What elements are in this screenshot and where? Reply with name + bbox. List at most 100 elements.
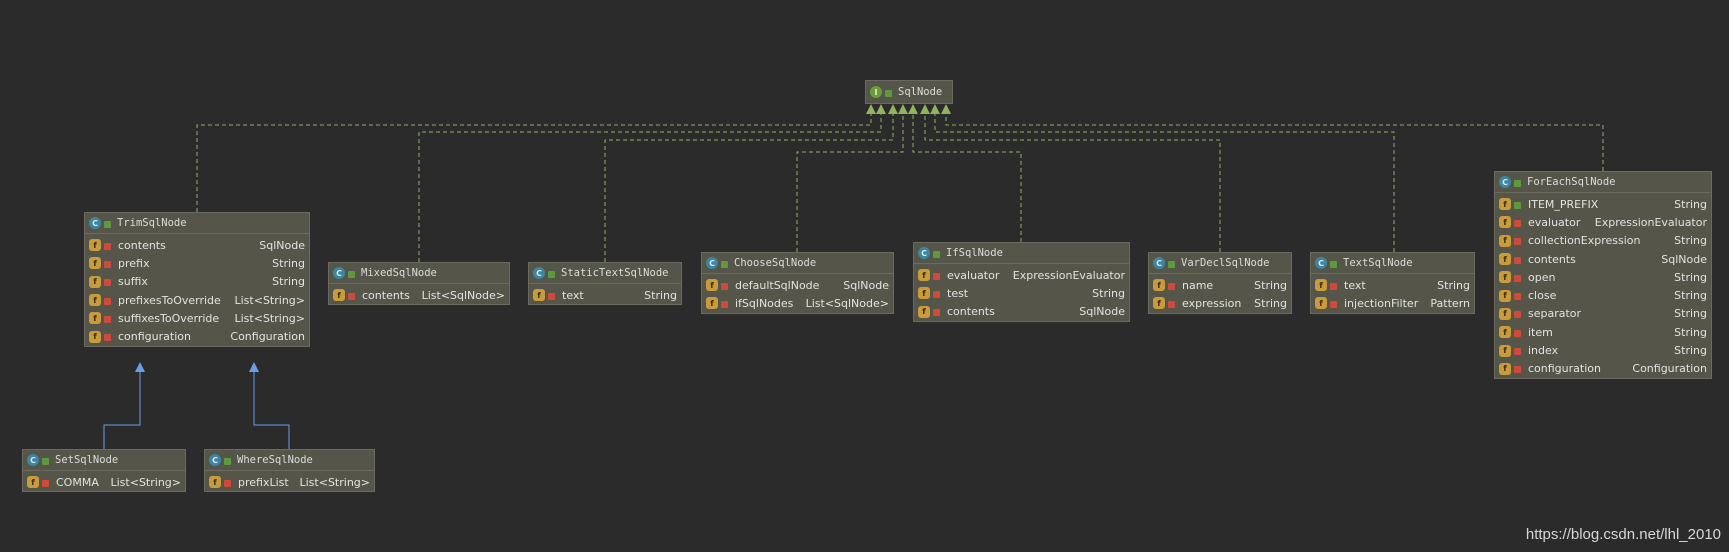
class-ifsqlnode[interactable]: C IfSqlNode f evaluator ExpressionEvaluator f… xyxy=(913,242,1130,322)
field-row[interactable]: f ifSqlNodes List<SqlNode> xyxy=(702,294,893,312)
field-name: name xyxy=(1182,278,1214,292)
field-row[interactable]: f evaluator ExpressionEvaluator xyxy=(1495,213,1711,231)
field-type: SqlNode xyxy=(259,238,305,252)
arrowhead xyxy=(898,104,908,114)
private-icon xyxy=(933,272,940,280)
class-icon: C xyxy=(533,267,545,279)
field-type: ExpressionEvaluator xyxy=(1594,215,1707,229)
field-row[interactable]: f contents SqlNode xyxy=(85,236,309,254)
private-icon xyxy=(1514,219,1521,227)
node-title: MixedSqlNode xyxy=(361,267,437,279)
class-icon: C xyxy=(918,247,930,259)
class-trimsqlnode[interactable]: C TrimSqlNode f contents SqlNode f prefix Strin… xyxy=(84,212,310,347)
class-icon: C xyxy=(89,217,101,229)
field-row[interactable]: f open String xyxy=(1495,268,1711,286)
private-icon xyxy=(1168,300,1175,308)
field-row[interactable]: f suffix String xyxy=(85,273,309,291)
field-row[interactable]: f expression String xyxy=(1149,294,1291,312)
private-icon xyxy=(721,300,728,308)
field-row[interactable]: f defaultSqlNode SqlNode xyxy=(702,276,893,294)
extends-edge-where xyxy=(253,369,290,449)
field-row[interactable]: f contents SqlNode xyxy=(1495,250,1711,268)
field-row[interactable]: f injectionFilter Pattern xyxy=(1311,294,1474,312)
class-wheresqlnode[interactable]: C WhereSqlNode f prefixList List<String> xyxy=(204,449,375,493)
field-icon: f xyxy=(1499,198,1511,211)
class-statictextsqlnode[interactable]: C StaticTextSqlNode f text String xyxy=(528,262,682,306)
field-row[interactable]: f item String xyxy=(1495,323,1711,341)
class-foreachsqlnode[interactable]: C ForEachSqlNode f ITEM_PREFIX String f evalua… xyxy=(1494,171,1712,379)
field-row[interactable]: f configuration Configuration xyxy=(1495,360,1711,378)
field-icon: f xyxy=(1499,362,1511,375)
private-icon xyxy=(224,479,231,487)
field-row[interactable]: f ITEM_PREFIX String xyxy=(1495,195,1711,213)
public-icon xyxy=(885,89,892,97)
field-row[interactable]: f text String xyxy=(1311,276,1474,294)
field-type: String xyxy=(644,288,677,302)
field-type: Configuration xyxy=(230,330,305,344)
field-icon: f xyxy=(1499,344,1511,357)
private-icon xyxy=(104,334,111,342)
field-icon: f xyxy=(706,279,718,292)
private-icon xyxy=(1168,282,1175,290)
field-type: List<String> xyxy=(234,311,306,325)
private-icon xyxy=(1514,366,1521,374)
field-row[interactable]: f suffixesToOverride List<String> xyxy=(85,309,309,327)
field-row[interactable]: f name String xyxy=(1149,276,1291,294)
field-name: configuration xyxy=(1528,362,1601,376)
field-name: contents xyxy=(362,288,410,302)
field-name: text xyxy=(1344,278,1366,292)
field-name: expression xyxy=(1182,296,1242,310)
class-setsqlnode[interactable]: C SetSqlNode f COMMA List<String> xyxy=(22,449,186,493)
field-type: String xyxy=(272,275,305,289)
private-icon xyxy=(933,309,940,317)
field-row[interactable]: f contents List<SqlNode> xyxy=(329,286,509,304)
field-row[interactable]: f contents SqlNode xyxy=(914,303,1129,321)
field-type: List<SqlNode> xyxy=(421,288,505,302)
node-title: WhereSqlNode xyxy=(237,454,313,466)
field-type: Configuration xyxy=(1632,362,1707,376)
implements-edge-vardecl xyxy=(924,110,1221,252)
field-row[interactable]: f configuration Configuration xyxy=(85,327,309,345)
field-row[interactable]: f prefixList List<String> xyxy=(205,473,374,491)
field-icon: f xyxy=(27,476,39,489)
field-name: text xyxy=(562,288,584,302)
class-icon: C xyxy=(27,454,39,466)
node-title: TextSqlNode xyxy=(1343,257,1413,269)
field-icon: f xyxy=(1315,279,1327,292)
class-choosesqlnode[interactable]: C ChooseSqlNode f defaultSqlNode SqlNode f ifS… xyxy=(701,252,894,314)
field-icon: f xyxy=(1499,289,1511,302)
class-mixedsqlnode[interactable]: C MixedSqlNode f contents List<SqlNode> xyxy=(328,262,510,306)
class-icon: C xyxy=(1153,257,1165,269)
field-type: SqlNode xyxy=(843,278,889,292)
public-icon xyxy=(348,270,355,278)
field-name: contents xyxy=(947,305,995,319)
class-textsqlnode[interactable]: C TextSqlNode f text String f injectionFilter P… xyxy=(1310,252,1475,314)
implements-edge-mixed xyxy=(418,110,882,262)
field-row[interactable]: f prefixesToOverride List<String> xyxy=(85,291,309,309)
field-icon: f xyxy=(89,294,101,307)
field-row[interactable]: f separator String xyxy=(1495,305,1711,323)
public-icon xyxy=(104,220,111,228)
field-row[interactable]: f close String xyxy=(1495,286,1711,304)
field-name: collectionExpression xyxy=(1528,234,1641,248)
field-name: prefixesToOverride xyxy=(118,293,221,307)
field-name: COMMA xyxy=(56,475,99,489)
arrowhead xyxy=(930,104,940,114)
field-row[interactable]: f evaluator ExpressionEvaluator xyxy=(914,266,1129,284)
arrowhead xyxy=(920,104,930,114)
interface-sqlnode[interactable]: I SqlNode xyxy=(865,80,953,104)
field-row[interactable]: f collectionExpression String xyxy=(1495,232,1711,250)
class-vardeclsqlnode[interactable]: C VarDeclSqlNode f name String f expression Str… xyxy=(1148,252,1292,314)
field-type: String xyxy=(1674,344,1707,358)
field-row[interactable]: f text String xyxy=(529,286,681,304)
class-icon: C xyxy=(1315,257,1327,269)
field-row[interactable]: f index String xyxy=(1495,341,1711,359)
field-name: close xyxy=(1528,289,1557,303)
field-row[interactable]: f COMMA List<String> xyxy=(23,473,185,491)
field-row[interactable]: f test String xyxy=(914,284,1129,302)
field-icon: f xyxy=(1499,253,1511,266)
field-icon: f xyxy=(89,239,101,252)
field-row[interactable]: f prefix String xyxy=(85,254,309,272)
node-title: ChooseSqlNode xyxy=(734,257,817,269)
private-icon xyxy=(104,279,111,287)
